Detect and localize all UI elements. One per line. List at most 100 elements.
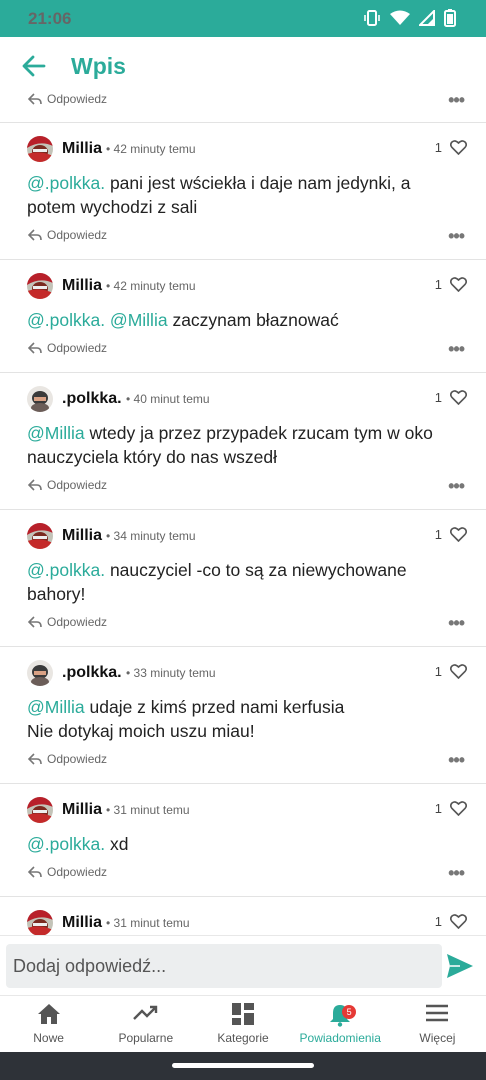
comment-text: zaczynam błaznować — [167, 310, 339, 330]
more-options-icon[interactable]: ••• — [448, 226, 465, 247]
comment-actions: Odpowiedz ••• — [0, 85, 486, 122]
reply-icon — [28, 229, 42, 241]
comment-header: .polkka. • 33 minuty temu 1 — [0, 647, 486, 689]
like-count: 1 — [434, 801, 442, 816]
nav-label: Nowe — [33, 1031, 64, 1045]
comment-header: Millia • 31 minut temu 1 — [0, 784, 486, 826]
like-count: 1 — [434, 140, 442, 155]
reply-button[interactable]: Odpowiedz — [28, 228, 107, 242]
nav-label: Powiadomienia — [299, 1031, 381, 1045]
comment-header: Millia • 42 minuty temu 1 — [0, 260, 486, 302]
reply-button[interactable]: Odpowiedz — [28, 865, 107, 879]
reply-button[interactable]: Odpowiedz — [28, 752, 107, 766]
like-count: 1 — [434, 527, 442, 542]
heart-icon — [450, 527, 467, 542]
comment-text: Nie dotykaj moich uszu miau! — [27, 721, 255, 741]
comment-actions: Odpowiedz ••• — [0, 608, 486, 638]
like-button[interactable]: 1 — [435, 801, 467, 816]
send-icon[interactable] — [446, 953, 474, 979]
like-button[interactable]: 1 — [435, 140, 467, 155]
comment-author[interactable]: Millia — [62, 914, 102, 932]
reply-icon — [28, 866, 42, 878]
reply-label: Odpowiedz — [47, 615, 108, 629]
status-icons — [363, 9, 456, 27]
comment-text: wtedy ja przez przypadek rzucam tym w ok… — [27, 423, 433, 467]
more-options-icon[interactable]: ••• — [448, 90, 465, 111]
like-count: 1 — [434, 390, 442, 405]
comment-body: @Millia udaje z kimś przed nami kerfusia… — [0, 689, 486, 745]
reply-button[interactable]: Odpowiedz — [28, 92, 107, 106]
comment-time: • 34 minuty temu — [106, 529, 196, 543]
avatar[interactable] — [27, 910, 53, 935]
reply-input[interactable]: Dodaj odpowiedź... — [6, 944, 442, 988]
comment-item: .polkka. • 40 minut temu 1 @Millia wtedy ja… — [0, 372, 486, 509]
mention-link[interactable]: @Millia — [27, 423, 85, 443]
mention-link[interactable]: @.polkka. — [27, 173, 105, 193]
comment-author[interactable]: .polkka. — [62, 390, 122, 408]
more-options-icon[interactable]: ••• — [448, 613, 465, 634]
mention-link[interactable]: @.polkka. — [27, 834, 105, 854]
heart-icon — [450, 140, 467, 155]
like-button[interactable]: 1 — [435, 664, 467, 679]
mention-link[interactable]: @Millia — [27, 697, 85, 717]
comment-author[interactable]: Millia — [62, 801, 102, 819]
signal-icon — [419, 10, 435, 26]
comment-actions: Odpowiedz ••• — [0, 221, 486, 251]
comment-time: • 31 minut temu — [106, 916, 190, 930]
avatar[interactable] — [27, 273, 53, 299]
nav-item-popularne[interactable]: Popularne — [97, 996, 194, 1052]
comment-body: @.polkka. xd — [0, 826, 486, 858]
comment-header: Millia • 31 minut temu 1 — [0, 897, 486, 935]
reply-label: Odpowiedz — [47, 228, 108, 242]
back-arrow-icon[interactable] — [20, 52, 48, 80]
like-button[interactable]: 1 — [435, 914, 467, 929]
comment-header: Millia • 34 minuty temu 1 — [0, 510, 486, 552]
comment-author[interactable]: Millia — [62, 277, 102, 295]
nav-item-kategorie[interactable]: Kategorie — [194, 996, 291, 1052]
home-gesture-handle[interactable] — [172, 1063, 314, 1068]
comment-actions: Odpowiedz ••• — [0, 745, 486, 775]
heart-icon — [450, 801, 467, 816]
vibrate-icon — [364, 10, 380, 26]
more-options-icon[interactable]: ••• — [448, 339, 465, 360]
avatar[interactable] — [27, 523, 53, 549]
avatar[interactable] — [27, 386, 53, 412]
like-button[interactable]: 1 — [435, 527, 467, 542]
reply-label: Odpowiedz — [47, 92, 108, 106]
categories-icon — [232, 1003, 254, 1025]
nav-item-nowe[interactable]: Nowe — [0, 996, 97, 1052]
avatar[interactable] — [27, 797, 53, 823]
comment-item: Millia • 31 minut temu 1 @.polkka. xd Odpowi… — [0, 783, 486, 896]
comment-time: • 33 minuty temu — [126, 666, 216, 680]
more-options-icon[interactable]: ••• — [448, 750, 465, 771]
wifi-icon — [390, 10, 410, 25]
comment-author[interactable]: Millia — [62, 140, 102, 158]
reply-button[interactable]: Odpowiedz — [28, 341, 107, 355]
nav-item-powiadomienia[interactable]: 5 Powiadomienia — [292, 996, 389, 1052]
more-options-icon[interactable]: ••• — [448, 863, 465, 884]
comment-text: xd — [105, 834, 129, 854]
avatar[interactable] — [27, 136, 53, 162]
mention-link[interactable]: @.polkka. — [27, 560, 105, 580]
reply-button[interactable]: Odpowiedz — [28, 615, 107, 629]
reply-icon — [28, 616, 42, 628]
comment-author[interactable]: .polkka. — [62, 664, 122, 682]
reply-label: Odpowiedz — [47, 478, 108, 492]
reply-icon — [28, 479, 42, 491]
mention-link[interactable]: @.polkka. @Millia — [27, 310, 168, 330]
reply-button[interactable]: Odpowiedz — [28, 478, 107, 492]
trending-icon — [132, 1005, 157, 1020]
reply-composer: Dodaj odpowiedź... — [0, 935, 486, 995]
reply-label: Odpowiedz — [47, 865, 108, 879]
nav-item-wiecej[interactable]: Więcej — [389, 996, 486, 1052]
comment-body: @.polkka. @Millia zaczynam błaznować — [0, 302, 486, 334]
comment-author[interactable]: Millia — [62, 527, 102, 545]
avatar[interactable] — [27, 660, 53, 686]
comment-feed[interactable]: Odpowiedz ••• Millia • 42 minuty temu 1 @.p… — [0, 85, 486, 935]
like-button[interactable]: 1 — [435, 390, 467, 405]
more-options-icon[interactable]: ••• — [448, 476, 465, 497]
comment-item: Millia • 42 minuty temu 1 @.polkka. pani je… — [0, 122, 486, 259]
like-button[interactable]: 1 — [435, 277, 467, 292]
nav-label: Więcej — [419, 1031, 456, 1045]
comment-actions: Odpowiedz ••• — [0, 858, 486, 888]
